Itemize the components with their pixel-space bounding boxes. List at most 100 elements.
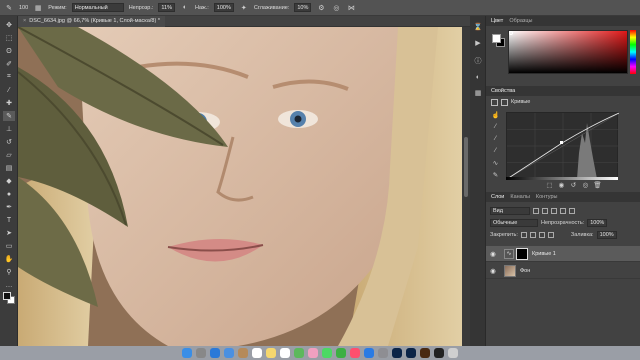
properties-title[interactable]: Свойства [491, 88, 515, 94]
hand-icon[interactable]: ✋ [3, 254, 15, 264]
dock-preferences-icon[interactable] [378, 348, 388, 358]
tab-color[interactable]: Цвет [491, 18, 503, 24]
dock-calendar-icon[interactable] [252, 348, 262, 358]
filter-pixel-icon[interactable] [533, 208, 539, 214]
gradient-icon[interactable]: ▤ [3, 163, 15, 173]
dock-facetime-icon[interactable] [336, 348, 346, 358]
history-panel-icon[interactable]: ⌛ [473, 22, 483, 32]
pressure-size-icon[interactable]: ◎ [331, 3, 341, 13]
butterfly-icon[interactable]: ⋈ [346, 3, 356, 13]
dock-lightroom-icon[interactable] [406, 348, 416, 358]
opacity-field[interactable]: 11% [158, 3, 175, 12]
dock-safari-icon[interactable] [210, 348, 220, 358]
gray-point-eyedropper-icon[interactable]: ⁄ [491, 134, 500, 143]
filter-type-icon[interactable] [551, 208, 557, 214]
filter-smart-icon[interactable] [569, 208, 575, 214]
dock-appstore-icon[interactable] [364, 348, 374, 358]
dock-terminal-icon[interactable] [434, 348, 444, 358]
curve-point-icon[interactable]: ∿ [491, 158, 500, 167]
dock-mail-icon[interactable] [224, 348, 234, 358]
brush-icon[interactable]: ✎ [4, 3, 14, 13]
more-icon[interactable]: … [3, 280, 15, 290]
mode-select[interactable]: Нормальный [71, 3, 124, 12]
layer-filter-select[interactable]: Вид [490, 207, 530, 215]
delete-icon[interactable]: 🗑 [593, 181, 601, 189]
history-brush-icon[interactable]: ↺ [3, 137, 15, 147]
zoom-icon[interactable]: ⚲ [3, 267, 15, 277]
flow-field[interactable]: 100% [213, 3, 234, 12]
curves-graph[interactable] [506, 112, 619, 179]
lock-pixels-icon[interactable] [529, 232, 536, 238]
dock-launchpad-icon[interactable] [196, 348, 206, 358]
move-icon[interactable]: ✥ [3, 20, 15, 30]
layer-mask-thumbnail[interactable] [516, 247, 528, 260]
color-picker-indicator[interactable] [509, 31, 513, 35]
view-previous-icon[interactable]: ◉ [558, 181, 565, 189]
dock-photoshop-icon[interactable] [392, 348, 402, 358]
marquee-icon[interactable]: ⬚ [3, 33, 15, 43]
smoothing-field[interactable]: 10% [294, 3, 312, 12]
reset-icon[interactable]: ↺ [570, 181, 577, 189]
gear-icon[interactable]: ⚙ [316, 3, 326, 13]
dock-contacts-icon[interactable] [238, 348, 248, 358]
healing-icon[interactable]: ✚ [3, 98, 15, 108]
dock-messages-icon[interactable] [322, 348, 332, 358]
canvas-scrollbar[interactable] [462, 27, 470, 346]
dock-bridge-icon[interactable] [420, 348, 430, 358]
dock-music-icon[interactable] [350, 348, 360, 358]
brush-tool-icon[interactable]: ✎ [3, 111, 15, 121]
info-panel-icon[interactable]: ⓘ [473, 56, 483, 66]
tab-swatches[interactable]: Образцы [509, 18, 532, 24]
white-point-eyedropper-icon[interactable]: ⁄ [491, 146, 500, 155]
hue-slider[interactable] [630, 30, 636, 74]
dock-reminders-icon[interactable] [280, 348, 290, 358]
eye-icon[interactable]: ◉ [486, 250, 500, 258]
brush-preset-icon[interactable]: ▦ [33, 3, 43, 13]
layer-name[interactable]: Фон [520, 268, 530, 274]
layer-opacity-field[interactable]: 100% [587, 219, 608, 227]
path-select-icon[interactable]: ➤ [3, 228, 15, 238]
pen-icon[interactable]: ✒ [3, 202, 15, 212]
brush-size[interactable]: 100 [19, 5, 28, 11]
blend-mode-select[interactable]: Обычные [490, 219, 538, 227]
layer-row[interactable]: ◉ ∿ Кривые 1 [486, 246, 640, 262]
tab-paths[interactable]: Контуры [536, 194, 558, 200]
eye-icon[interactable]: ◉ [486, 267, 500, 275]
dock-trash-icon[interactable] [448, 348, 458, 358]
mask-icon[interactable] [501, 98, 508, 106]
scrollbar-thumb[interactable] [464, 137, 468, 197]
dock-maps-icon[interactable] [294, 348, 304, 358]
lasso-icon[interactable]: ʘ [3, 46, 15, 56]
fill-field[interactable]: 100% [596, 231, 617, 239]
tab-channels[interactable]: Каналы [510, 194, 530, 200]
lock-all-icon[interactable] [547, 232, 554, 238]
actions-panel-icon[interactable]: ▶ [473, 38, 483, 48]
crop-icon[interactable]: ⌗ [3, 72, 15, 82]
color-field[interactable] [508, 30, 628, 74]
dodge-icon[interactable]: ● [3, 189, 15, 199]
foreground-color-swatch[interactable] [3, 292, 11, 300]
document-canvas[interactable] [18, 27, 462, 346]
stamp-icon[interactable]: ⊥ [3, 124, 15, 134]
shape-icon[interactable]: ▭ [3, 241, 15, 251]
curve-pencil-icon[interactable]: ✎ [491, 170, 500, 179]
lock-transparent-icon[interactable] [520, 232, 527, 238]
dock-finder-icon[interactable] [182, 348, 192, 358]
type-icon[interactable]: T [3, 215, 15, 225]
layer-row[interactable]: ◉ Фон [486, 263, 640, 279]
black-point-eyedropper-icon[interactable]: ⁄ [491, 122, 500, 131]
airbrush-icon[interactable]: ✦ [239, 3, 249, 13]
filter-shape-icon[interactable] [560, 208, 566, 214]
adjustments-panel-icon[interactable]: ◐ [473, 72, 483, 82]
visibility-icon[interactable]: ◎ [582, 181, 589, 189]
dock-notes-icon[interactable] [266, 348, 276, 358]
dock-photos-icon[interactable] [308, 348, 318, 358]
styles-panel-icon[interactable]: ▦ [473, 88, 483, 98]
close-icon[interactable]: × [23, 18, 26, 24]
blur-icon[interactable]: ◆ [3, 176, 15, 186]
clip-to-layer-icon[interactable]: ⬚ [546, 181, 553, 189]
eyedropper-icon[interactable]: ⁄ [3, 85, 15, 95]
eraser-icon[interactable]: ▱ [3, 150, 15, 160]
foreground-color-chip[interactable] [492, 34, 501, 43]
quick-select-icon[interactable]: ✐ [3, 59, 15, 69]
